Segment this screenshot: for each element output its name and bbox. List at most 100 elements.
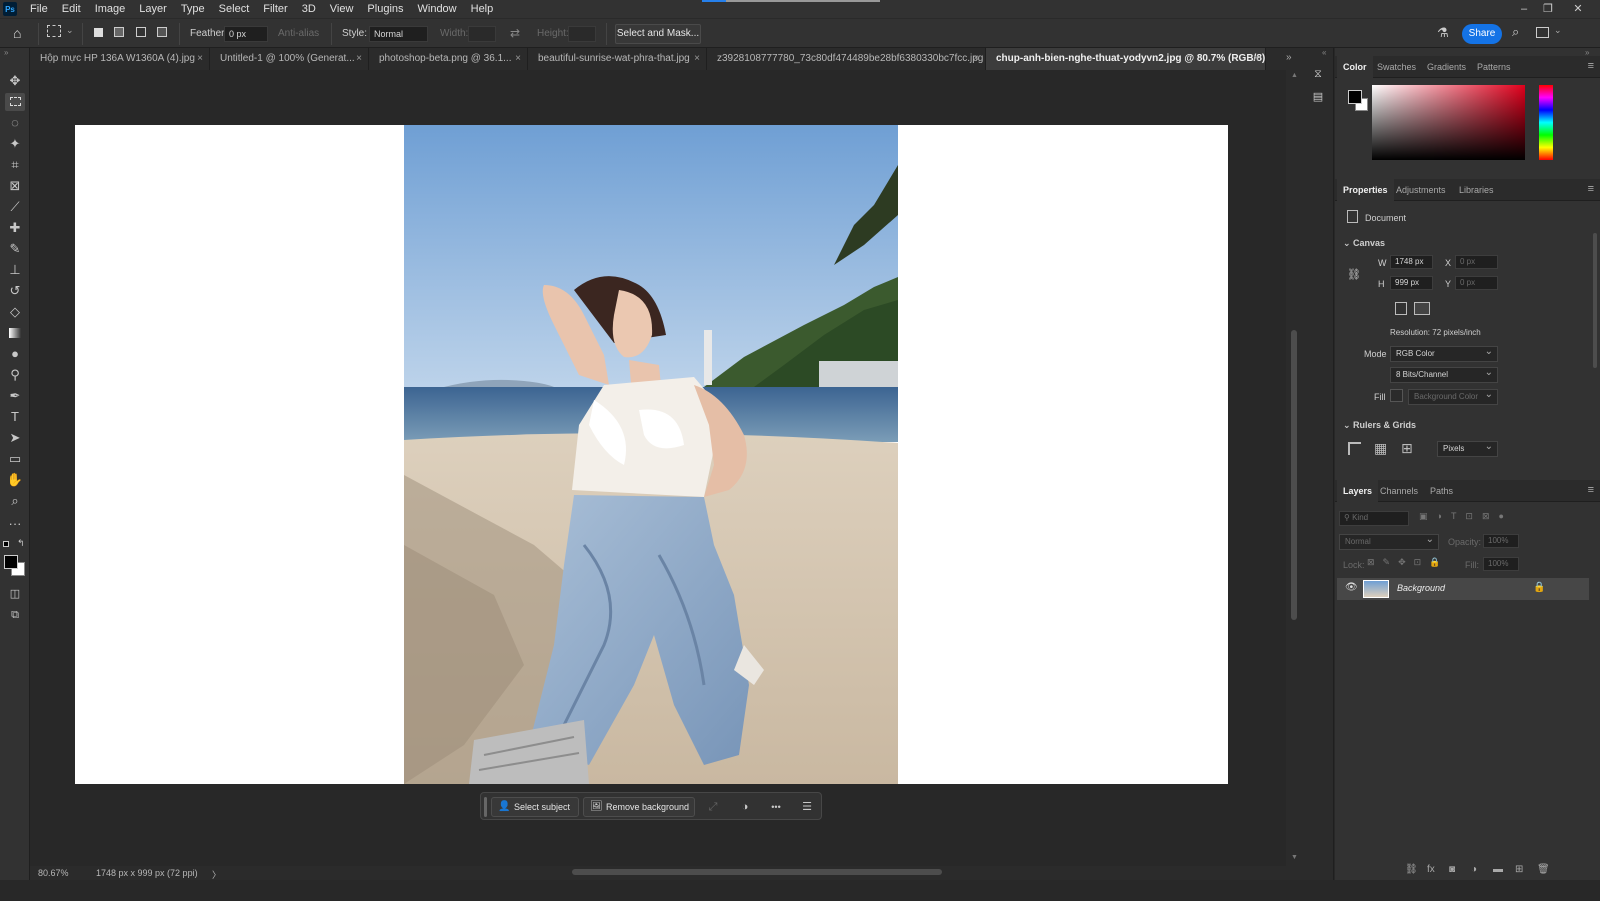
guides-icon[interactable]: ⊞ — [1401, 440, 1413, 457]
document-info[interactable]: 1748 px x 999 px (72 ppi) — [96, 868, 198, 878]
generative-fill-icon[interactable]: ⤢ — [705, 798, 721, 816]
history-icon[interactable]: ⧖ — [1310, 68, 1326, 84]
eraser-tool-icon[interactable]: ◇ — [5, 303, 25, 321]
screen-mode-icon[interactable]: ⧉ — [5, 606, 25, 624]
tab-gradients[interactable]: Gradients — [1427, 56, 1466, 78]
photoshop-logo-icon[interactable]: Ps — [3, 2, 17, 16]
tab-swatches[interactable]: Swatches — [1377, 56, 1416, 78]
horizontal-scroll-thumb[interactable] — [572, 869, 942, 875]
eyedropper-tool-icon[interactable]: ⟋ — [5, 198, 25, 216]
close-tab-icon[interactable]: × — [694, 48, 700, 70]
rulers-section-header[interactable]: ⌄ Rulers & Grids — [1343, 420, 1416, 431]
fill-opacity-input[interactable]: 100% — [1483, 557, 1519, 571]
zoom-level[interactable]: 80.67% — [38, 868, 69, 878]
brush-tool-icon[interactable]: ✎ — [5, 240, 25, 258]
canvas-width-input[interactable]: 1748 px — [1390, 255, 1433, 269]
blur-tool-icon[interactable]: ● — [5, 345, 25, 363]
width-input[interactable] — [468, 26, 496, 42]
layer-filter-icons[interactable]: ▣◑T⊡⊠● — [1419, 511, 1513, 522]
lock-icon[interactable]: 🔒 — [1533, 582, 1545, 593]
menu-help[interactable]: Help — [464, 0, 501, 18]
panel-menu-icon[interactable]: ≡ — [1588, 484, 1594, 496]
tab-untitled-1[interactable]: Untitled-1 @ 100% (Generat... × — [210, 48, 369, 70]
close-tab-icon[interactable]: × — [515, 48, 521, 70]
more-options-icon[interactable]: ••• — [768, 798, 784, 816]
units-select[interactable]: Pixels — [1437, 440, 1498, 457]
layer-row-background[interactable]: 👁 Background 🔒 — [1337, 578, 1589, 600]
tab-channels[interactable]: Channels — [1380, 480, 1418, 502]
portrait-orientation-icon[interactable] — [1395, 302, 1407, 315]
add-to-selection-icon[interactable] — [114, 27, 124, 37]
collapse-icon[interactable]: « — [1322, 48, 1326, 57]
zoom-tool-icon[interactable]: ⌕ — [5, 492, 25, 510]
collapse-icon[interactable]: » — [4, 48, 8, 57]
settings-sliders-icon[interactable]: ☰ — [799, 798, 815, 816]
new-selection-icon[interactable] — [94, 28, 103, 37]
tab-paths[interactable]: Paths — [1430, 480, 1453, 502]
crop-tool-icon[interactable]: ⌗ — [5, 156, 25, 174]
swap-colors-icon[interactable]: ↰ — [17, 538, 25, 549]
healing-brush-tool-icon[interactable]: ✚ — [5, 219, 25, 237]
canvas-height-input[interactable]: 999 px — [1390, 276, 1433, 290]
canvas-section-header[interactable]: ⌄ Canvas — [1343, 238, 1385, 249]
comments-icon[interactable]: ▤ — [1310, 90, 1326, 106]
style-select[interactable]: Normal — [369, 26, 428, 42]
tab-properties[interactable]: Properties — [1337, 179, 1394, 201]
color-fg-swatch[interactable] — [1348, 90, 1362, 104]
tab-adjustments[interactable]: Adjustments — [1396, 179, 1446, 201]
add-mask-icon[interactable]: ◙ — [1449, 864, 1455, 878]
link-layers-icon[interactable]: ⛓ — [1405, 864, 1418, 878]
menu-filter[interactable]: Filter — [256, 0, 294, 18]
drag-handle[interactable] — [484, 797, 487, 817]
canvas-y-input[interactable]: 0 px — [1455, 276, 1498, 290]
opacity-input[interactable]: 100% — [1483, 534, 1519, 548]
close-tab-icon[interactable]: × — [197, 48, 203, 70]
type-tool-icon[interactable]: T — [5, 408, 25, 426]
select-and-mask-button[interactable]: Select and Mask... — [615, 24, 701, 44]
restore-button[interactable]: ❐ — [1536, 0, 1560, 18]
menu-plugins[interactable]: Plugins — [360, 0, 410, 18]
pen-tool-icon[interactable]: ✒ — [5, 387, 25, 405]
menu-file[interactable]: File — [23, 0, 55, 18]
fill-color-swatch[interactable] — [1390, 389, 1403, 402]
menu-type[interactable]: Type — [174, 0, 212, 18]
feather-input[interactable]: 0 px — [224, 26, 268, 42]
path-selection-tool-icon[interactable]: ➤ — [5, 429, 25, 447]
chevron-down-icon[interactable]: ⌄ — [1554, 25, 1562, 36]
menu-view[interactable]: View — [323, 0, 361, 18]
hue-slider[interactable] — [1539, 85, 1553, 160]
dodge-tool-icon[interactable]: ⚲ — [5, 366, 25, 384]
menu-image[interactable]: Image — [88, 0, 133, 18]
ruler-icon[interactable] — [1348, 442, 1361, 455]
intersect-selection-icon[interactable] — [157, 27, 167, 37]
chevron-down-icon[interactable]: ⌄ — [66, 25, 74, 36]
panel-menu-icon[interactable]: ≡ — [1588, 183, 1594, 195]
close-tab-icon[interactable]: × — [356, 48, 362, 70]
frame-tool-icon[interactable]: ⊠ — [5, 177, 25, 195]
layer-name[interactable]: Background — [1397, 583, 1445, 593]
canvas-x-input[interactable]: 0 px — [1455, 255, 1498, 269]
tab-color[interactable]: Color — [1337, 56, 1373, 78]
mode-select[interactable]: RGB Color — [1390, 345, 1498, 362]
gradient-tool-icon[interactable] — [5, 324, 25, 342]
history-brush-tool-icon[interactable]: ↺ — [5, 282, 25, 300]
flask-icon[interactable]: ⚗ — [1437, 25, 1449, 41]
tab-photoshop-beta[interactable]: photoshop-beta.png @ 36.1... × — [369, 48, 528, 70]
new-layer-icon[interactable]: ⊞ — [1515, 864, 1523, 878]
tab-libraries[interactable]: Libraries — [1459, 179, 1494, 201]
subtract-from-selection-icon[interactable] — [136, 27, 146, 37]
menu-layer[interactable]: Layer — [132, 0, 174, 18]
tab-z3928108777780[interactable]: z3928108777780_73c80df474489be28bf638033… — [707, 48, 986, 70]
delete-layer-icon[interactable]: 🗑 — [1537, 864, 1550, 878]
adjustment-icon[interactable]: ◑ — [737, 798, 753, 816]
hand-tool-icon[interactable]: ✋ — [5, 471, 25, 489]
rectangle-tool-icon[interactable]: ▭ — [5, 450, 25, 468]
status-arrow-icon[interactable]: 〉 — [212, 868, 221, 881]
close-window-button[interactable]: ✕ — [1566, 0, 1590, 18]
lock-icons[interactable]: ⊠✎✥⊡🔒 — [1367, 557, 1448, 568]
foreground-color-swatch[interactable] — [4, 555, 18, 569]
tab-beautiful-sunrise[interactable]: beautiful-sunrise-wat-phra-that.jpg × — [528, 48, 707, 70]
swap-icon[interactable]: ⇄ — [510, 26, 520, 40]
select-subject-button[interactable]: 👤 Select subject — [491, 797, 579, 817]
tab-patterns[interactable]: Patterns — [1477, 56, 1511, 78]
